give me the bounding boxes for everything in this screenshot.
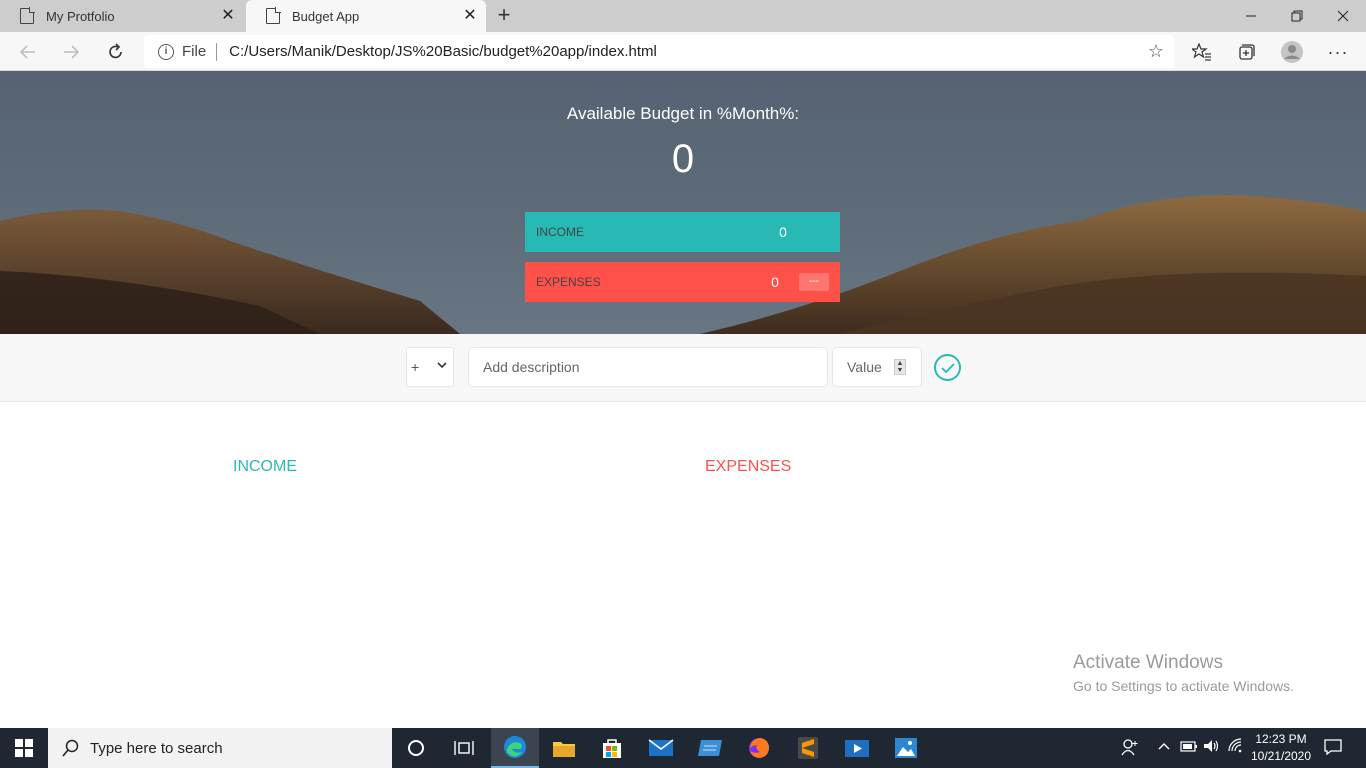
browser-toolbar: i File C:/Users/Manik/Desktop/JS%20Basic…	[0, 32, 1366, 71]
search-icon	[62, 739, 79, 757]
mail-icon	[648, 739, 674, 756]
edge-taskbar-icon[interactable]	[491, 728, 539, 768]
task-view-icon	[454, 741, 474, 755]
clock-date: 10/21/2020	[1250, 749, 1312, 763]
watermark-subtitle: Go to Settings to activate Windows.	[1073, 678, 1294, 694]
system-clock[interactable]: 12:23 PM 10/21/2020	[1246, 731, 1316, 765]
chevron-up-icon[interactable]	[1157, 738, 1171, 757]
expenses-percentage: ---	[799, 273, 829, 291]
firefox-taskbar-icon[interactable]	[735, 728, 783, 768]
store-taskbar-icon[interactable]	[588, 728, 636, 768]
add-button[interactable]	[934, 354, 961, 381]
people-icon[interactable]	[1121, 738, 1139, 759]
cortana-icon	[408, 740, 424, 756]
collections-button[interactable]	[1230, 36, 1262, 68]
restore-icon	[1291, 10, 1303, 22]
more-menu-button[interactable]: ···	[1322, 36, 1354, 68]
folder-icon	[553, 742, 575, 757]
action-center-icon[interactable]	[1324, 738, 1342, 759]
budget-title: Available Budget in %Month%:	[566, 104, 800, 123]
edge-icon	[504, 736, 526, 758]
firefox-icon	[749, 738, 769, 758]
income-summary: Income 0	[525, 212, 840, 252]
tab-my-portfolio[interactable]: My Protfolio ✕	[0, 0, 244, 32]
taskbar-search[interactable]: Type here to search	[48, 728, 392, 768]
close-icon[interactable]: ✕	[462, 8, 478, 24]
description-input[interactable]	[468, 347, 828, 387]
file-explorer-taskbar-icon[interactable]	[540, 728, 588, 768]
favorites-list-icon	[1192, 43, 1211, 61]
refresh-icon	[109, 43, 122, 59]
sublime-text-icon	[798, 737, 818, 759]
close-icon	[1337, 10, 1349, 22]
start-button[interactable]	[0, 728, 48, 768]
windows-logo-icon	[15, 739, 33, 757]
forward-button[interactable]	[55, 36, 87, 68]
cortana-button[interactable]	[392, 728, 440, 768]
clock-time: 12:23 PM	[1255, 732, 1307, 746]
url-text[interactable]: C:/Users/Manik/Desktop/JS%20Basic/budget…	[229, 43, 657, 60]
arrow-left-icon	[19, 45, 35, 59]
expenses-value: 0	[771, 274, 779, 290]
tab-title: My Protfolio	[46, 8, 115, 24]
app-taskbar-icon[interactable]	[686, 728, 734, 768]
video-editor-taskbar-icon[interactable]	[833, 728, 881, 768]
store-icon	[603, 739, 621, 758]
tab-title: Budget App	[292, 8, 360, 24]
page-icon	[266, 7, 281, 24]
expenses-summary: Expenses 0 ---	[525, 262, 840, 302]
income-list-title: Income	[233, 458, 297, 475]
activation-watermark: Activate Windows Go to Settings to activ…	[1073, 652, 1294, 694]
refresh-button[interactable]	[100, 36, 132, 68]
restore-button[interactable]	[1274, 0, 1320, 32]
browser-tab-strip: My Protfolio ✕ Budget App ✕ +	[0, 0, 1366, 32]
avatar	[1281, 41, 1303, 63]
income-label: Income	[536, 225, 584, 239]
scheme-label: File	[182, 43, 207, 60]
budget-value: 0	[671, 137, 695, 181]
type-select-value: +	[411, 359, 420, 375]
profile-button[interactable]	[1276, 36, 1308, 68]
collections-icon	[1239, 44, 1255, 60]
task-view-button[interactable]	[440, 728, 488, 768]
divider	[216, 42, 218, 61]
more-icon: ···	[1327, 41, 1349, 62]
arrow-right-icon	[64, 45, 80, 59]
expenses-list-title: Expenses	[705, 458, 792, 475]
tab-budget-app[interactable]: Budget App ✕	[246, 0, 486, 32]
minimize-button[interactable]	[1228, 0, 1274, 32]
info-icon[interactable]: i	[158, 43, 174, 60]
search-placeholder: Type here to search	[90, 739, 223, 757]
checkmark-icon	[940, 362, 955, 373]
page-icon	[20, 7, 35, 24]
sublime-taskbar-icon[interactable]	[784, 728, 832, 768]
address-bar[interactable]: i File C:/Users/Manik/Desktop/JS%20Basic…	[144, 35, 1174, 68]
windows-taskbar: Type here to search 12:23 PM 10/21/2020	[0, 728, 1366, 768]
income-value: 0	[779, 224, 787, 240]
budget-header: Available Budget in %Month%: 0 Income 0 …	[0, 71, 1366, 334]
watermark-title: Activate Windows	[1073, 652, 1223, 673]
close-icon[interactable]: ✕	[220, 8, 236, 24]
expenses-label: Expenses	[536, 275, 601, 289]
video-icon	[845, 740, 869, 757]
volume-icon[interactable]	[1203, 738, 1221, 757]
new-tab-button[interactable]: +	[492, 4, 516, 28]
close-window-button[interactable]	[1320, 0, 1366, 32]
minimize-icon	[1246, 15, 1256, 17]
network-icon[interactable]	[1228, 738, 1246, 757]
favorites-button[interactable]	[1186, 36, 1218, 68]
type-select[interactable]: +	[406, 347, 454, 387]
value-input[interactable]	[832, 347, 922, 387]
photos-icon	[895, 738, 917, 758]
favorite-star-icon[interactable]: ☆	[1148, 41, 1164, 62]
add-item-bar: + ▲▼	[0, 334, 1366, 402]
chevron-down-icon	[437, 358, 447, 375]
mail-taskbar-icon[interactable]	[637, 728, 685, 768]
back-button[interactable]	[12, 36, 44, 68]
battery-icon[interactable]	[1180, 738, 1198, 757]
photos-taskbar-icon[interactable]	[882, 728, 930, 768]
value-stepper[interactable]: ▲ ▼	[894, 359, 906, 375]
window-app-icon	[698, 740, 722, 756]
